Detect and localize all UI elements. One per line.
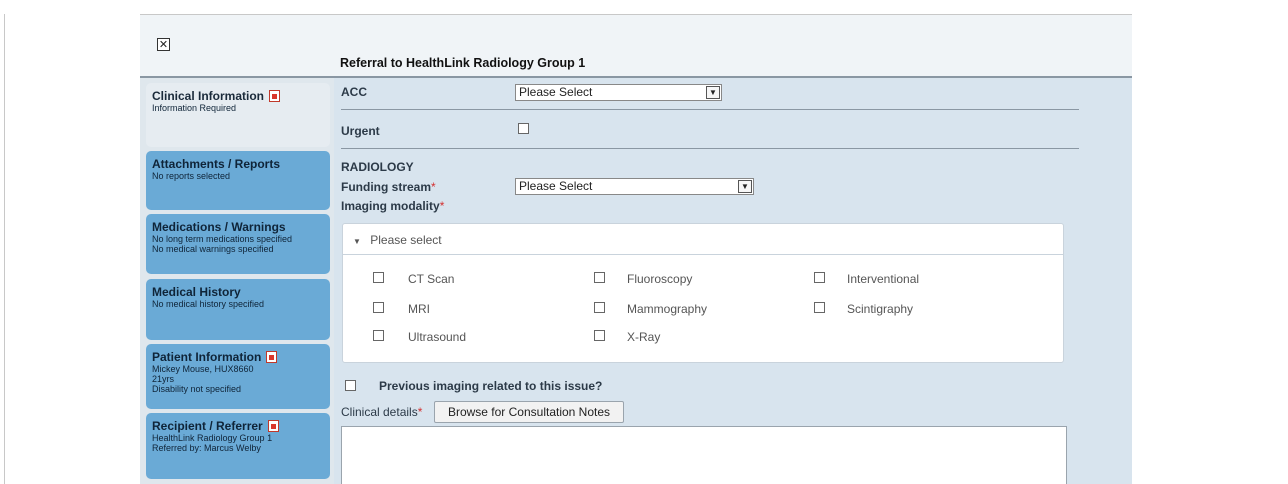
sidebar-item-status: No reports selected — [152, 171, 231, 181]
sidebar-item-recipient-referrer[interactable]: Recipient / Referrer HealthLink Radiolog… — [146, 413, 330, 479]
chevron-down-icon: ▼ — [706, 86, 720, 99]
option-label: Scintigraphy — [847, 302, 914, 316]
browse-consultation-notes-button[interactable]: Browse for Consultation Notes — [434, 401, 624, 423]
sidebar-item-label: Medical History — [152, 285, 241, 299]
sidebar-item-patient-information[interactable]: Patient Information Mickey Mouse, HUX866… — [146, 344, 330, 409]
acc-label: ACC — [341, 85, 367, 99]
sidebar-item-medical-history[interactable]: Medical History No medical history speci… — [146, 279, 330, 340]
option-label: Ultrasound — [408, 330, 467, 344]
divider — [341, 148, 1079, 149]
checkbox-ct-scan[interactable] — [373, 272, 384, 283]
checkbox-mri[interactable] — [373, 302, 384, 313]
imaging-modality-label: Imaging modality* — [341, 199, 445, 213]
checkbox-x-ray[interactable] — [594, 330, 605, 341]
frame-border-left — [4, 14, 5, 484]
previous-imaging-label: Previous imaging related to this issue? — [379, 379, 603, 393]
sidebar-item-status: No medical history specified — [152, 299, 265, 309]
modality-panel-header[interactable]: ▼ Please select — [343, 224, 1063, 255]
sidebar-item-label: Medications / Warnings — [152, 220, 286, 234]
sidebar-item-label: Patient Information — [152, 350, 324, 364]
pdf-icon — [266, 351, 278, 363]
pdf-icon — [269, 90, 281, 102]
close-icon[interactable]: ✕ — [157, 38, 170, 51]
sidebar-item-status: Referred by: Marcus Welby — [152, 443, 261, 453]
window-title: Referral to HealthLink Radiology Group 1 — [340, 56, 586, 70]
sidebar-item-status: Mickey Mouse, HUX8660 — [152, 364, 254, 374]
urgent-checkbox[interactable] — [518, 123, 529, 134]
option-label: Fluoroscopy — [627, 272, 693, 286]
caret-down-icon: ▼ — [353, 237, 361, 246]
clinical-details-textarea[interactable] — [341, 426, 1067, 484]
checkbox-scintigraphy[interactable] — [814, 302, 825, 313]
option-label: X-Ray — [627, 330, 661, 344]
urgent-label: Urgent — [341, 124, 380, 138]
funding-stream-select[interactable]: Please Select ▼ — [515, 178, 754, 195]
modality-panel-header-label: Please select — [370, 233, 442, 247]
option-label: CT Scan — [408, 272, 455, 286]
acc-select-value: Please Select — [519, 85, 593, 99]
section-heading: RADIOLOGY — [341, 160, 414, 174]
sidebar-item-label: Clinical Information — [152, 89, 324, 103]
sidebar-item-attachments-reports[interactable]: Attachments / Reports No reports selecte… — [146, 151, 330, 210]
checkbox-fluoroscopy[interactable] — [594, 272, 605, 283]
sidebar-item-clinical-information[interactable]: Clinical Information Information Require… — [146, 83, 330, 147]
funding-stream-label: Funding stream* — [341, 180, 436, 194]
sidebar-item-status: Disability not specified — [152, 384, 242, 394]
option-label: MRI — [408, 302, 430, 316]
checkbox-mammography[interactable] — [594, 302, 605, 313]
pdf-icon — [267, 420, 279, 432]
sidebar-item-label: Attachments / Reports — [152, 157, 281, 171]
sidebar-item-status: No medical warnings specified — [152, 244, 274, 254]
acc-select[interactable]: Please Select ▼ — [515, 84, 722, 101]
option-label: Interventional — [847, 272, 920, 286]
previous-imaging-checkbox[interactable] — [345, 380, 356, 391]
sidebar-item-label: Recipient / Referrer — [152, 419, 324, 433]
checkbox-ultrasound[interactable] — [373, 330, 384, 341]
option-label: Mammography — [627, 302, 708, 316]
clinical-details-label: Clinical details* — [341, 405, 423, 419]
sidebar-item-status: 21yrs — [152, 374, 175, 384]
sidebar-item-status: No long term medications specified — [152, 234, 293, 244]
sidebar-item-status: HealthLink Radiology Group 1 — [152, 433, 273, 443]
divider — [341, 109, 1079, 110]
checkbox-interventional[interactable] — [814, 272, 825, 283]
sidebar-item-medications-warnings[interactable]: Medications / Warnings No long term medi… — [146, 214, 330, 274]
sidebar-item-status: Information Required — [152, 103, 237, 113]
chevron-down-icon: ▼ — [738, 180, 752, 193]
funding-stream-select-value: Please Select — [519, 179, 593, 193]
